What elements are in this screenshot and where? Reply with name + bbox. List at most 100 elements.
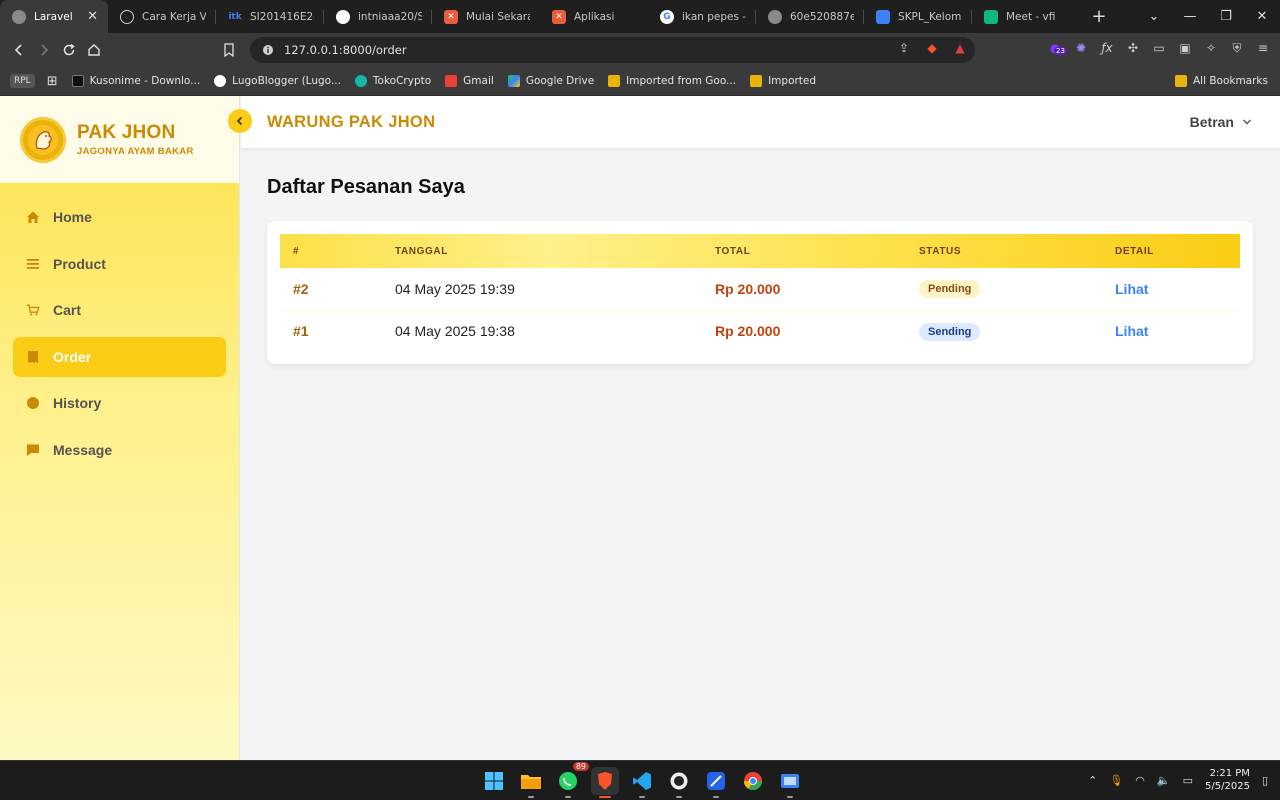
chrome-icon[interactable] <box>739 767 767 795</box>
extension-badge-count: 23 <box>1054 47 1067 55</box>
tab-laravel[interactable]: Laravel ✕ <box>0 0 108 33</box>
reload-button[interactable] <box>56 36 81 64</box>
clock-time: 2:21 PM <box>1209 768 1250 779</box>
order-total: Rp 20.000 <box>715 280 781 297</box>
whatsapp-icon[interactable]: 89 <box>554 762 589 798</box>
wallet-icon[interactable]: ▣ <box>1178 41 1192 55</box>
brave-browser-icon[interactable] <box>591 767 619 798</box>
start-button[interactable] <box>480 767 508 795</box>
tab[interactable]: Meet - vfi <box>972 0 1080 33</box>
clock[interactable]: 2:21 PM 5/5/2025 <box>1205 767 1250 793</box>
minimize-button[interactable]: — <box>1172 9 1208 24</box>
column-header-status: STATUS <box>919 245 962 257</box>
tab[interactable]: itk SI201416E2425 <box>216 0 324 33</box>
google-icon: G <box>660 9 674 24</box>
tab-title: intniaaa20/Siko <box>358 10 422 23</box>
bookmark-button[interactable] <box>216 36 241 64</box>
new-tab-button[interactable]: + <box>1088 6 1110 27</box>
figma-x-icon: ✕ <box>552 9 566 24</box>
site-info-icon[interactable] <box>262 44 274 56</box>
tab[interactable]: 60e520887e5d <box>756 0 864 33</box>
forward-arrow-icon <box>40 44 48 56</box>
browser-toolbar: 127.0.0.1:8000/order ⇪ ◆ ▲ ●23 ✺ ƒx ✣ ▭ … <box>0 33 1280 67</box>
table-header-row: # TANGGAL TOTAL STATUS DETAIL <box>280 234 1240 268</box>
vscode-icon[interactable] <box>628 767 656 798</box>
forward-button[interactable] <box>31 36 56 64</box>
volume-icon[interactable]: 🔈 <box>1157 774 1171 787</box>
bookmark-item[interactable]: LugoBlogger (Lugo... <box>214 75 341 87</box>
chevron-up-icon[interactable]: ⌃ <box>1088 774 1097 787</box>
gear-extension-icon[interactable]: ✺ <box>1074 41 1088 55</box>
microphone-icon[interactable]: 🎙 <box>1109 774 1123 787</box>
bookmark-item[interactable]: Imported from Goo... <box>608 75 736 87</box>
puzzle-extensions-icon[interactable]: ✣ <box>1126 41 1140 55</box>
bookmark-rpl[interactable]: RPL <box>10 74 35 88</box>
share-icon[interactable]: ⇪ <box>897 41 911 55</box>
sidebar-collapse-button[interactable] <box>228 109 252 133</box>
sidebar-toggle-icon[interactable]: ▭ <box>1152 41 1166 55</box>
column-header-detail: DETAIL <box>1115 245 1154 257</box>
figma-x-icon: ✕ <box>444 9 458 24</box>
leo-ai-icon[interactable]: ✧ <box>1204 41 1218 55</box>
close-window-button[interactable]: ✕ <box>1244 9 1280 24</box>
home-button[interactable] <box>81 36 106 64</box>
bookmark-icon <box>223 43 234 57</box>
battery-icon[interactable]: ▭ <box>1183 774 1193 787</box>
snipping-tool-icon[interactable] <box>702 767 730 798</box>
vpn-shield-icon[interactable]: ⛨ <box>1230 41 1244 55</box>
running-indicator <box>599 796 611 798</box>
running-indicator <box>639 796 645 798</box>
back-button[interactable] <box>6 36 31 64</box>
tab[interactable]: G ikan pepes - Go <box>648 0 756 33</box>
status-badge: Pending <box>919 280 981 299</box>
notification-icon[interactable]: ▯ <box>1262 774 1268 787</box>
extension-badge-icon[interactable]: ●23 <box>1048 41 1067 55</box>
sidebar-item-order[interactable]: Order <box>13 336 226 377</box>
all-bookmarks[interactable]: All Bookmarks <box>1174 75 1268 87</box>
tab[interactable]: ✕ Mulai Sekarang <box>432 0 540 33</box>
sidebar-item-cart[interactable]: Cart <box>13 290 226 330</box>
globe-icon <box>12 9 26 24</box>
bookmark-item[interactable]: Imported <box>750 75 816 87</box>
tab-search-icon[interactable]: ⌄ <box>1136 9 1172 24</box>
chevron-left-icon <box>236 116 243 126</box>
brand[interactable]: PAK JHON JAGONYA AYAM BAKAR <box>0 96 239 183</box>
remote-desktop-icon[interactable] <box>776 767 804 798</box>
function-icon[interactable]: ƒx <box>1100 41 1114 55</box>
tab[interactable]: intniaaa20/Siko <box>324 0 432 33</box>
order-id: #2 <box>293 280 309 297</box>
view-detail-link[interactable]: Lihat <box>1115 323 1148 339</box>
orders-table: # TANGGAL TOTAL STATUS DETAIL #2 04 May … <box>280 234 1240 352</box>
tab-title: ikan pepes - Go <box>682 10 746 23</box>
address-bar-actions: ⇪ ◆ ▲ <box>897 41 967 55</box>
tab[interactable]: ✕ Aplikasi <box>540 0 648 33</box>
brave-shield-icon[interactable]: ◆ <box>925 41 939 55</box>
view-detail-link[interactable]: Lihat <box>1115 281 1148 297</box>
bookmark-item[interactable]: Google Drive <box>507 75 594 87</box>
back-arrow-icon <box>14 44 22 56</box>
bookmark-item[interactable]: Gmail <box>445 75 494 87</box>
apps-grid-icon[interactable]: ⊞ <box>47 74 58 89</box>
game-app-icon[interactable] <box>665 767 693 798</box>
tab[interactable]: Cara Kerja Virtu <box>108 0 216 33</box>
gmail-icon <box>445 75 458 87</box>
sidebar-item-message[interactable]: Message <box>13 430 226 470</box>
user-menu[interactable]: Betran <box>1190 114 1252 130</box>
wifi-icon[interactable]: ◠ <box>1135 774 1145 787</box>
sidebar-item-history[interactable]: History <box>13 383 226 423</box>
bookmark-item[interactable]: Kusonime - Downlo... <box>71 75 200 87</box>
maximize-button[interactable]: ❐ <box>1208 9 1244 24</box>
close-tab-icon[interactable]: ✕ <box>87 9 98 24</box>
address-bar[interactable]: 127.0.0.1:8000/order ⇪ ◆ ▲ <box>250 37 975 63</box>
bookmark-item[interactable]: TokoCrypto <box>354 75 431 87</box>
tab[interactable]: SKPL_Kelompo <box>864 0 972 33</box>
order-total: Rp 20.000 <box>715 323 781 340</box>
sidebar-item-home[interactable]: Home <box>13 197 226 237</box>
menu-icon[interactable]: ≡ <box>1256 41 1270 55</box>
github-icon <box>336 9 350 24</box>
brave-rewards-icon[interactable]: ▲ <box>953 41 967 55</box>
file-explorer-icon[interactable] <box>517 767 545 798</box>
sidebar: PAK JHON JAGONYA AYAM BAKAR Home Product <box>0 96 240 760</box>
top-header: WARUNG PAK JHON Betran <box>241 96 1280 149</box>
sidebar-item-product[interactable]: Product <box>13 244 226 284</box>
